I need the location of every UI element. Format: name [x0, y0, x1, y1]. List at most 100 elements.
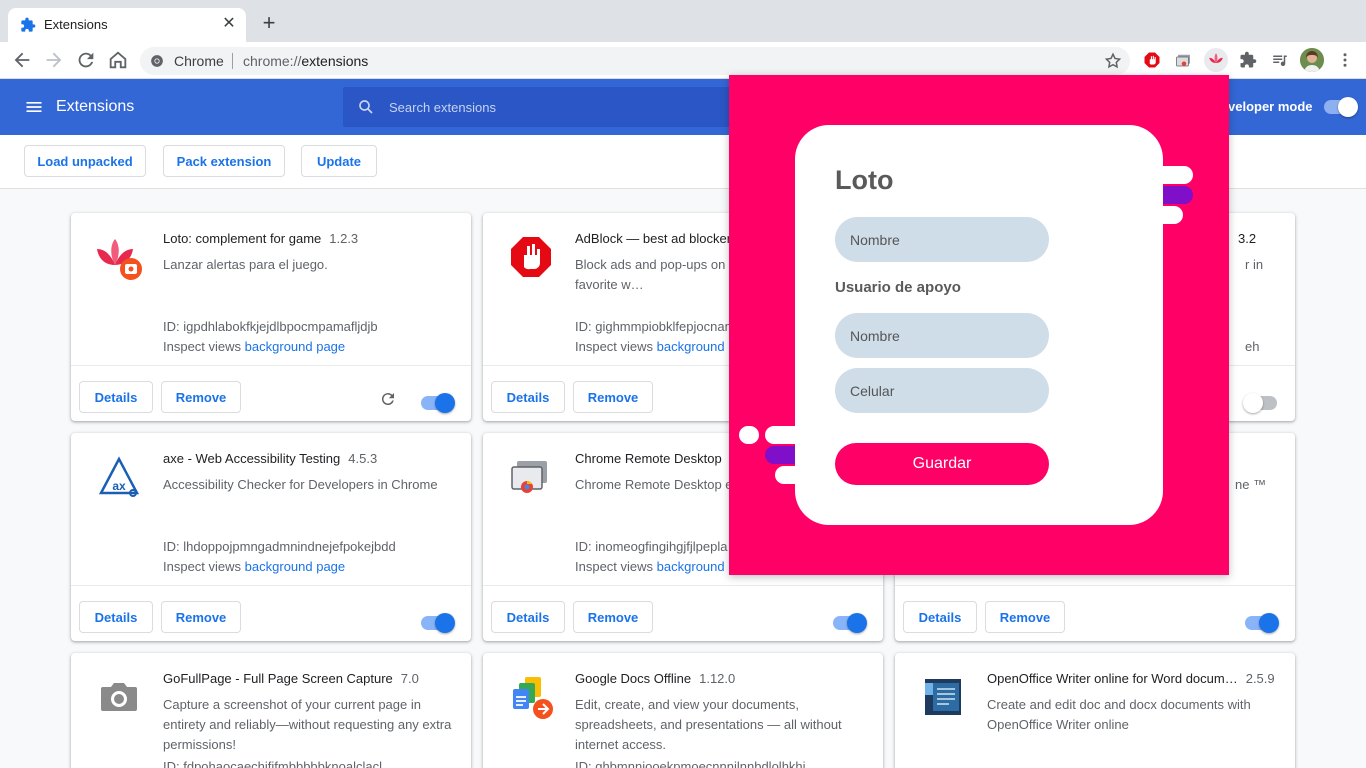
- load-unpacked-button[interactable]: Load unpacked: [24, 145, 146, 177]
- media-controls-icon[interactable]: [1268, 48, 1292, 72]
- card-actions: Details Remove: [895, 585, 1295, 641]
- extension-description: Edit, create, and view your documents, s…: [575, 697, 842, 752]
- close-tab-icon[interactable]: ✕: [220, 15, 238, 33]
- decorative-dot: [739, 426, 759, 444]
- tab-extensions[interactable]: Extensions ✕: [8, 8, 246, 42]
- url-path: extensions: [301, 53, 369, 69]
- toggle-knob: [435, 613, 455, 633]
- remove-button[interactable]: Remove: [573, 381, 653, 413]
- extension-id: ID: igpdhlabokfkjejdlbpocmpamafljdjb: [163, 319, 378, 334]
- extension-card-gofullpage: GoFullPage - Full Page Screen Capture 7.0…: [71, 653, 471, 768]
- back-icon[interactable]: [11, 49, 33, 71]
- extension-version: 2.5.9: [1245, 671, 1275, 686]
- axe-triangle-icon: ax: [98, 456, 140, 497]
- kebab-menu-icon[interactable]: [1333, 48, 1357, 72]
- remove-button[interactable]: Remove: [161, 381, 241, 413]
- extension-name: GoFullPage - Full Page Screen Capture 7.0: [163, 671, 419, 686]
- toggle-knob: [1243, 393, 1263, 413]
- chrome-icon: [151, 55, 163, 67]
- pack-extension-button[interactable]: Pack extension: [163, 145, 285, 177]
- forward-icon[interactable]: [43, 49, 65, 71]
- player-name-field[interactable]: Nombre: [835, 217, 1049, 262]
- tab-strip: Extensions ✕ +: [0, 0, 1366, 42]
- details-button[interactable]: Details: [491, 381, 565, 413]
- loto-lotus-icon: [97, 239, 142, 280]
- extension-version: 7.0: [400, 671, 419, 686]
- hamburger-menu-icon[interactable]: [24, 97, 44, 117]
- inspect-views: Inspect views background page: [163, 339, 346, 354]
- url-text[interactable]: chrome://extensions: [243, 53, 368, 69]
- adblock-hand-icon: [511, 237, 551, 277]
- toggle-knob: [435, 393, 455, 413]
- new-tab-button[interactable]: +: [258, 12, 280, 34]
- extension-card-loto: Loto: complement for game 1.2.3 Lanzar al…: [71, 213, 471, 421]
- remote-desktop-extension-icon[interactable]: [1172, 48, 1196, 72]
- support-name-field[interactable]: Nombre: [835, 313, 1049, 358]
- page-title: Extensions: [56, 98, 135, 115]
- reload-icon[interactable]: [75, 49, 97, 71]
- extensions-puzzle-icon[interactable]: [1236, 48, 1260, 72]
- update-button[interactable]: Update: [301, 145, 377, 177]
- extension-id: ID: gighmmpiobklfepjocnam: [575, 319, 736, 334]
- extension-id: ID: lhdoppojpmngadmnindnejefpokejbdd: [163, 539, 396, 554]
- extension-description: Lanzar alertas para el juego.: [163, 257, 328, 272]
- extension-description: Capture a screenshot of your current pag…: [163, 697, 452, 752]
- details-button[interactable]: Details: [79, 381, 153, 413]
- developer-mode-label: veloper mode: [1228, 99, 1313, 114]
- details-button[interactable]: Details: [491, 601, 565, 633]
- enable-toggle[interactable]: [1245, 613, 1279, 633]
- extension-description: ne ™: [1235, 477, 1267, 492]
- background-page-link[interactable]: background page: [245, 559, 345, 574]
- developer-mode-toggle[interactable]: [1324, 97, 1358, 117]
- home-icon[interactable]: [107, 49, 129, 71]
- enable-toggle[interactable]: [421, 613, 455, 633]
- phone-field[interactable]: Celular: [835, 368, 1049, 413]
- extension-version: 1.2.3: [329, 231, 359, 246]
- extension-name: AdBlock — best ad blocker: [575, 231, 732, 246]
- extension-card-axe: ax axe - Web Accessibility Testing 4.5.3 …: [71, 433, 471, 641]
- extension-name: OpenOffice Writer online for Word docum……: [987, 671, 1275, 686]
- inspect-views: Inspect views background: [575, 559, 725, 574]
- extension-id: ID: inomeogfingihgjfjlpepla: [575, 539, 728, 554]
- extension-description: Create and edit doc and docx documents w…: [987, 697, 1251, 732]
- inspect-views: eh: [1245, 339, 1260, 354]
- extension-id: ID: ghbmnnjooekpmoecnnnilnnbdlolhkhi: [575, 759, 806, 768]
- loto-popup: Loto Nombre Usuario de apoyo Nombre Celu…: [729, 75, 1229, 575]
- enable-toggle[interactable]: [421, 393, 455, 413]
- loto-form-card: Loto Nombre Usuario de apoyo Nombre Celu…: [795, 125, 1163, 525]
- extension-description: Accessibility Checker for Developers in …: [163, 477, 438, 492]
- popup-title: Loto: [835, 165, 894, 195]
- remove-button[interactable]: Remove: [573, 601, 653, 633]
- avatar[interactable]: [1300, 48, 1324, 72]
- inspect-views: Inspect views background page: [163, 559, 346, 574]
- card-actions: Details Remove: [71, 585, 471, 641]
- toggle-knob: [847, 613, 867, 633]
- remove-button[interactable]: Remove: [985, 601, 1065, 633]
- extension-version: 3.2: [1238, 231, 1257, 246]
- svg-text:ax: ax: [112, 479, 126, 493]
- background-page-link[interactable]: background: [657, 559, 725, 574]
- camera-icon: [101, 683, 137, 711]
- adblock-extension-icon[interactable]: [1140, 48, 1164, 72]
- support-user-label: Usuario de apoyo: [835, 279, 961, 296]
- extension-description: r in: [1245, 257, 1264, 272]
- loto-extension-icon[interactable]: [1204, 48, 1228, 72]
- save-button[interactable]: Guardar: [835, 443, 1049, 485]
- reload-extension-icon[interactable]: [379, 390, 397, 408]
- enable-toggle[interactable]: [833, 613, 867, 633]
- omnibox-chip: Chrome: [174, 53, 224, 69]
- enable-toggle[interactable]: [1243, 393, 1277, 413]
- url-scheme: chrome://: [243, 53, 302, 69]
- card-actions: Details Remove: [483, 585, 883, 641]
- details-button[interactable]: Details: [79, 601, 153, 633]
- omnibox[interactable]: Chrome chrome://extensions: [140, 47, 1130, 75]
- inspect-views: Inspect views background: [575, 339, 725, 354]
- details-button[interactable]: Details: [903, 601, 977, 633]
- extension-card-openoffice: OpenOffice Writer online for Word docum……: [895, 653, 1295, 768]
- remove-button[interactable]: Remove: [161, 601, 241, 633]
- toggle-knob: [1338, 97, 1358, 117]
- background-page-link[interactable]: background page: [245, 339, 345, 354]
- background-page-link[interactable]: background: [657, 339, 725, 354]
- bookmark-star-icon[interactable]: [1104, 52, 1122, 70]
- remote-desktop-icon: [511, 461, 547, 493]
